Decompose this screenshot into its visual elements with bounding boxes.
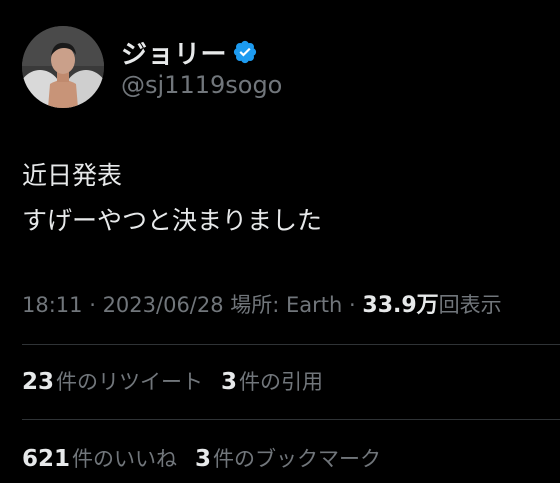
tweet-line: すげーやつと決まりました <box>22 206 323 235</box>
user-handle[interactable]: @sj1119sogo <box>121 71 282 99</box>
verified-badge-icon[interactable] <box>232 39 258 65</box>
likes-count: 621 <box>22 446 71 472</box>
bookmarks-label: 件のブックマーク <box>213 447 382 471</box>
retweets-stat[interactable]: 23 件のリツイート <box>22 366 203 396</box>
tweet-time[interactable]: 18:11 <box>22 293 83 317</box>
meta-separator-dot: · <box>342 293 363 317</box>
tweet-location: 場所: Earth <box>223 293 343 317</box>
quotes-label: 件の引用 <box>239 370 324 394</box>
views-count: 33.9万 <box>362 293 439 318</box>
display-name-row: ジョリー <box>121 34 282 71</box>
divider <box>22 419 560 420</box>
bookmarks-count: 3 <box>195 446 212 472</box>
quotes-stat[interactable]: 3 件の引用 <box>221 366 323 396</box>
retweets-label: 件のリツイート <box>56 370 204 394</box>
tweet-body: 近日発表すげーやつと決まりました <box>22 153 322 243</box>
tweet-date[interactable]: 2023/06/28 <box>103 293 224 317</box>
quotes-count: 3 <box>221 369 238 395</box>
bookmarks-stat[interactable]: 3 件のブックマーク <box>195 443 381 473</box>
author-names: ジョリー @sj1119sogo <box>121 34 282 100</box>
likes-label: 件のいいね <box>72 447 178 471</box>
views-label: 回表示 <box>438 293 502 317</box>
divider <box>22 344 560 345</box>
tweet-line: 近日発表 <box>22 161 123 190</box>
avatar[interactable] <box>22 26 104 108</box>
tweet-metadata: 18:11 · 2023/06/28 場所: Earth · 33.9万 回表示 <box>22 287 502 319</box>
meta-separator-dot: · <box>82 293 103 317</box>
retweets-count: 23 <box>22 369 55 395</box>
avatar-image <box>22 26 104 108</box>
tweet-author-header: ジョリー @sj1119sogo <box>22 26 282 108</box>
display-name[interactable]: ジョリー <box>121 34 227 71</box>
stats-row-likes: 621 件のいいね 3 件のブックマーク <box>22 443 381 473</box>
stats-row-retweets: 23 件のリツイート 3 件の引用 <box>22 366 323 396</box>
likes-stat[interactable]: 621 件のいいね <box>22 443 177 473</box>
